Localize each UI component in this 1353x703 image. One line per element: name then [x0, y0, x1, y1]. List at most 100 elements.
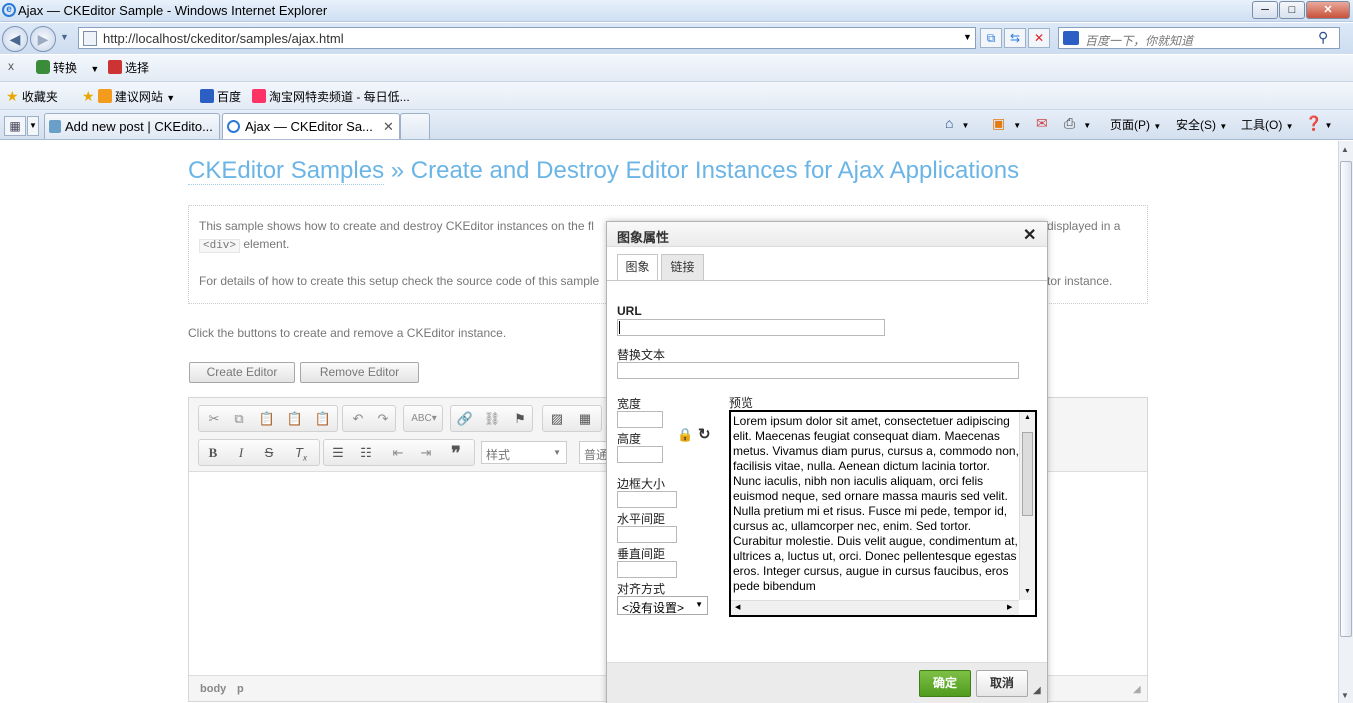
dialog-close-icon[interactable]: ✕: [1023, 225, 1036, 245]
address-dropdown-icon[interactable]: ▼: [963, 32, 972, 42]
ok-button[interactable]: 确定: [919, 670, 971, 697]
undo-icon[interactable]: ↶: [348, 410, 368, 428]
hspace-input[interactable]: [617, 526, 677, 543]
blockquote-icon[interactable]: ❞: [446, 444, 466, 462]
suggested-sites[interactable]: ★ 建议网站 ▼: [82, 88, 175, 105]
preview-hscrollbar[interactable]: ◀ ▶: [731, 600, 1019, 615]
quick-tabs-icon[interactable]: ▦: [4, 116, 26, 136]
search-icon[interactable]: ⚲: [1318, 29, 1328, 46]
tab-label: Add new post | CKEdito...: [65, 119, 213, 134]
preview-vscrollbar[interactable]: ▲ ▼: [1019, 412, 1035, 600]
cancel-button[interactable]: 取消: [976, 670, 1028, 697]
bold-icon[interactable]: B: [203, 444, 223, 462]
minimize-button[interactable]: ─: [1252, 1, 1278, 19]
vspace-input[interactable]: [617, 561, 677, 578]
back-button[interactable]: ◀: [2, 26, 28, 52]
spellcheck-icon[interactable]: ABC▾: [410, 410, 438, 428]
anchor-flag-icon[interactable]: ⚑: [510, 410, 530, 428]
select-label: 选择: [125, 61, 150, 75]
search-box[interactable]: 百度一下，你就知道: [1058, 27, 1340, 49]
italic-icon[interactable]: I: [231, 444, 251, 462]
remove-format-icon[interactable]: Tx: [291, 444, 311, 463]
strike-icon[interactable]: S: [259, 444, 279, 462]
lock-ratio-icon[interactable]: 🔒: [677, 427, 693, 443]
home-icon[interactable]: ⌂ ▼: [945, 115, 969, 131]
feeds-icon[interactable]: ▣ ▼: [992, 115, 1021, 132]
create-editor-button[interactable]: Create Editor: [189, 362, 295, 383]
history-dropdown-icon[interactable]: ▼: [60, 32, 69, 42]
page-menu[interactable]: 页面(P) ▼: [1110, 116, 1161, 133]
image-icon[interactable]: ▨: [547, 410, 567, 428]
div-code: <div>: [199, 239, 241, 253]
width-input[interactable]: [617, 411, 663, 428]
preview-scroll-left-icon[interactable]: ◀: [735, 603, 740, 611]
align-select[interactable]: <没有设置> ▼: [617, 596, 708, 615]
link-icon[interactable]: 🔗: [455, 410, 475, 428]
alt-text-input[interactable]: [617, 362, 1019, 379]
tab-image[interactable]: 图象: [617, 254, 658, 281]
paste-icon[interactable]: 📋: [257, 410, 277, 428]
maximize-button[interactable]: □: [1279, 1, 1305, 19]
outdent-icon[interactable]: ⇤: [388, 444, 408, 462]
scroll-up-icon[interactable]: ▲: [1341, 145, 1349, 154]
remove-editor-button[interactable]: Remove Editor: [300, 362, 419, 383]
help-icon[interactable]: ❓ ▼: [1305, 115, 1332, 132]
preview-scroll-down-icon[interactable]: ▼: [1024, 588, 1031, 595]
tab-link[interactable]: 链接: [661, 254, 704, 280]
tools-menu[interactable]: 工具(O) ▼: [1241, 116, 1294, 133]
tab-list-dropdown-icon[interactable]: ▼: [27, 116, 39, 136]
tab-close-icon[interactable]: ✕: [383, 119, 394, 135]
description-line3-end: tor instance.: [1047, 274, 1113, 288]
indent-icon[interactable]: ⇥: [416, 444, 436, 462]
table-icon[interactable]: ▦: [575, 410, 595, 428]
paste-text-icon[interactable]: 📋: [285, 410, 305, 428]
redo-icon[interactable]: ↷: [373, 410, 393, 428]
safety-menu[interactable]: 安全(S) ▼: [1176, 116, 1227, 133]
dialog-header[interactable]: 图象属性 ✕: [607, 222, 1047, 247]
mail-icon[interactable]: ✉: [1036, 115, 1048, 132]
path-p[interactable]: p: [237, 683, 244, 695]
page-scrollbar[interactable]: ▲ ▼: [1338, 141, 1353, 703]
bulleted-list-icon[interactable]: ☷: [356, 444, 376, 462]
scrollbar-thumb[interactable]: [1340, 161, 1352, 637]
print-icon[interactable]: ⎙ ▼: [1064, 115, 1091, 132]
preview-area[interactable]: Lorem ipsum dolor sit amet, consectetuer…: [729, 410, 1037, 617]
styles-combo-label: 样式: [486, 448, 511, 462]
close-window-button[interactable]: ✕: [1306, 1, 1350, 19]
stop-icon[interactable]: ✕: [1028, 28, 1050, 48]
preview-scroll-right-icon[interactable]: ▶: [1007, 603, 1012, 611]
path-body[interactable]: body: [200, 683, 226, 695]
numbered-list-icon[interactable]: ☰: [328, 444, 348, 462]
dialog-footer: 确定 取消 ◢: [607, 662, 1047, 703]
unlink-icon[interactable]: ⛓: [482, 410, 502, 428]
tab-add-new-post[interactable]: Add new post | CKEdito...: [44, 113, 220, 139]
reset-size-icon[interactable]: ↻: [698, 425, 711, 443]
dialog-resize-icon[interactable]: ◢: [1033, 685, 1041, 696]
paste-word-icon[interactable]: 📋: [313, 410, 333, 428]
toolbar-close-button[interactable]: x: [8, 59, 14, 73]
scroll-down-icon[interactable]: ▼: [1341, 691, 1349, 700]
breadcrumb-link[interactable]: CKEditor Samples: [188, 157, 385, 185]
new-tab-button[interactable]: [400, 113, 430, 139]
taobao-link[interactable]: 淘宝网特卖频道 - 每日低...: [252, 88, 410, 105]
favorites-button[interactable]: ★ 收藏夹: [6, 88, 58, 105]
tab-ajax-ckeditor[interactable]: Ajax — CKEditor Sa... ✕: [222, 113, 400, 139]
refresh-icon[interactable]: ⇆: [1004, 28, 1026, 48]
copy-icon[interactable]: ⧉: [229, 410, 249, 428]
preview-scroll-thumb[interactable]: [1022, 432, 1033, 516]
address-url: http://localhost/ckeditor/samples/ajax.h…: [103, 31, 344, 46]
preview-scroll-up-icon[interactable]: ▲: [1024, 414, 1031, 421]
resize-handle-icon[interactable]: ◢: [1133, 684, 1141, 695]
border-input[interactable]: [617, 491, 677, 508]
styles-combo[interactable]: 样式 ▼: [481, 441, 567, 464]
cut-icon[interactable]: ✂: [204, 410, 224, 428]
url-input[interactable]: [617, 319, 885, 336]
baidu-link[interactable]: 百度: [200, 88, 241, 105]
height-input[interactable]: [617, 446, 663, 463]
address-bar[interactable]: http://localhost/ckeditor/samples/ajax.h…: [78, 27, 976, 49]
convert-button[interactable]: 转换 ▼: [36, 59, 99, 76]
compat-view-icon[interactable]: ⧉: [980, 28, 1002, 48]
forward-button[interactable]: ▶: [30, 26, 56, 52]
select-button[interactable]: 选择: [108, 59, 149, 76]
format-combo[interactable]: 普通: [579, 441, 607, 464]
